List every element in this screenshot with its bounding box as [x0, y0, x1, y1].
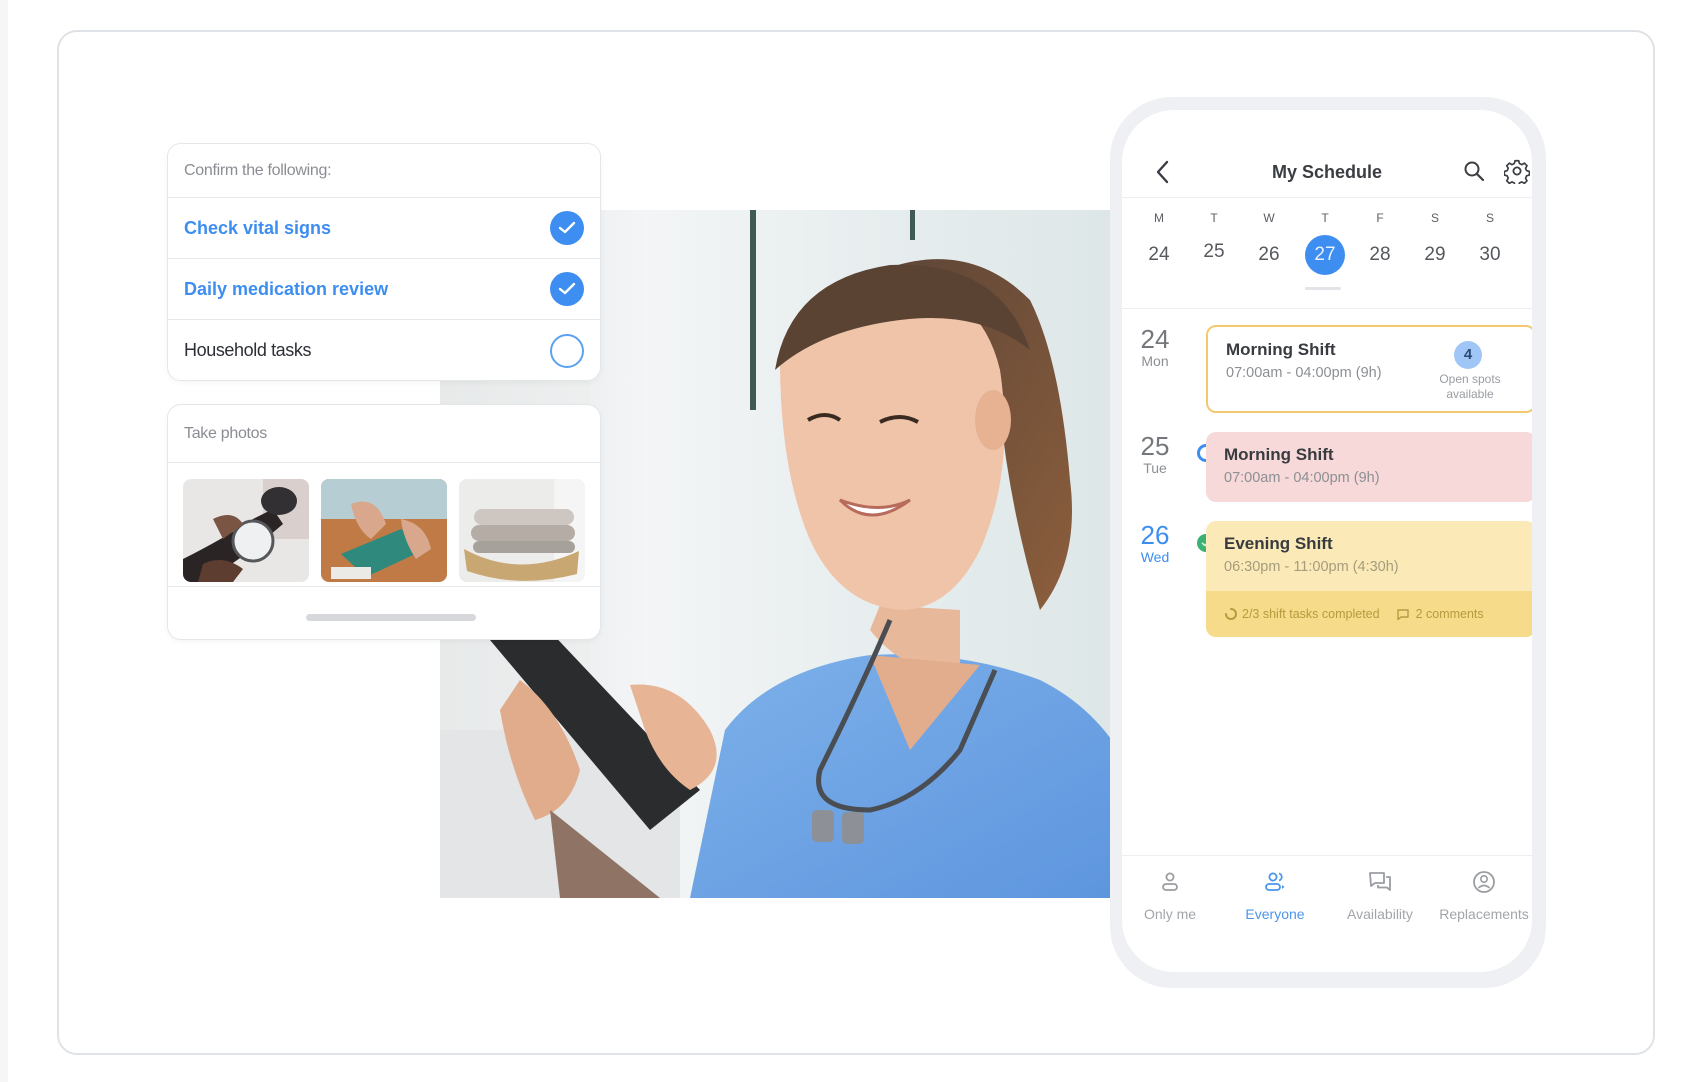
agenda-day-name: Tue — [1143, 460, 1167, 476]
tab-label: Everyone — [1245, 906, 1305, 922]
tab-availability[interactable]: Availability — [1328, 868, 1432, 922]
checklist-item[interactable]: Check vital signs — [168, 198, 600, 259]
day-mon[interactable]: M 24 — [1136, 205, 1182, 275]
day-fri[interactable]: F 28 — [1357, 205, 1403, 275]
checklist-card: Confirm the following: Check vital signs… — [167, 143, 601, 381]
tab-only-me[interactable]: Only me — [1122, 868, 1222, 922]
comments-count[interactable]: 2 comments — [1416, 607, 1484, 621]
checklist-item-label: Daily medication review — [184, 278, 389, 299]
user-circle-icon — [1473, 871, 1495, 893]
day-of-week: F — [1376, 211, 1384, 225]
checklist-item[interactable]: Daily medication review — [168, 259, 600, 320]
photos-header: Take photos — [168, 405, 600, 463]
day-of-week: S — [1430, 211, 1439, 225]
page-edge — [0, 0, 8, 1082]
agenda-date: 24 Mon — [1134, 325, 1176, 369]
photo-thumbnail-blood-pressure[interactable] — [183, 479, 309, 582]
gear-icon[interactable] — [1504, 158, 1530, 184]
schedule-app-screen: My Schedule M 24 T 25 W 26 T 27 F 28 S 29 S 30 … — [1122, 110, 1532, 972]
day-of-week: T — [1321, 211, 1329, 225]
checked-checkbox[interactable] — [550, 272, 584, 306]
shift-time: 07:00am - 04:00pm (9h) — [1224, 470, 1380, 486]
day-number: 28 — [1369, 244, 1391, 265]
agenda-date: 26 Wed — [1134, 521, 1176, 565]
app-header: My Schedule — [1122, 148, 1532, 198]
day-number: 24 — [1148, 244, 1170, 265]
checklist-item-label: Household tasks — [184, 340, 312, 360]
open-shift-card[interactable]: Morning Shift 07:00am - 04:00pm (9h) 4 O… — [1206, 325, 1532, 413]
tab-label: Availability — [1347, 906, 1413, 922]
bottom-tab-bar: Only me Everyone Availability Replacemen… — [1122, 855, 1532, 965]
shift-time: 06:30pm - 11:00pm (4:30h) — [1224, 559, 1399, 575]
day-number: 30 — [1479, 244, 1501, 265]
agenda-day-number: 26 — [1140, 520, 1170, 550]
agenda-day-number: 25 — [1140, 431, 1170, 461]
shift-name: Evening Shift — [1224, 534, 1333, 553]
day-number: 26 — [1258, 244, 1280, 265]
day-number: 25 — [1203, 241, 1225, 262]
tab-replacements[interactable]: Replacements — [1432, 868, 1532, 922]
day-of-week: M — [1154, 211, 1164, 225]
unchecked-checkbox[interactable] — [550, 333, 584, 368]
progress-icon — [1225, 608, 1237, 620]
agenda-day-name: Mon — [1141, 353, 1169, 369]
day-thu-selected[interactable]: T 27 — [1302, 205, 1348, 275]
search-icon[interactable] — [1462, 159, 1486, 183]
shift-card[interactable]: Evening Shift 06:30pm - 11:00pm (4:30h) … — [1206, 521, 1532, 637]
blood-pressure-image — [183, 479, 309, 582]
agenda-day-name: Wed — [1140, 549, 1170, 565]
day-of-week: W — [1263, 211, 1275, 225]
open-spots-caption: Open spots available — [1439, 372, 1501, 401]
shift-time: 07:00am - 04:00pm (9h) — [1226, 365, 1382, 381]
comment-icon — [1396, 608, 1409, 620]
checklist-item[interactable]: Household tasks — [168, 320, 600, 381]
tab-label: Only me — [1143, 906, 1197, 922]
checkmark-icon — [558, 282, 576, 295]
open-spots-badge: 4 — [1454, 341, 1482, 369]
shift-name: Morning Shift — [1224, 445, 1334, 464]
shift-footer: 2/3 shift tasks completed 2 comments — [1206, 591, 1532, 637]
day-tue[interactable]: T 25 — [1191, 205, 1237, 272]
people-icon — [1265, 872, 1285, 891]
agenda-date: 25 Tue — [1134, 432, 1176, 476]
tab-everyone[interactable]: Everyone — [1223, 868, 1327, 922]
checklist-item-label: Check vital signs — [184, 217, 332, 238]
photo-thumbnail-pill-organizer[interactable] — [321, 479, 447, 582]
checkmark-icon — [558, 221, 576, 234]
chat-bubbles-icon — [1369, 872, 1391, 891]
checked-checkbox[interactable] — [550, 211, 584, 245]
photo-thumbnails — [168, 463, 600, 587]
person-icon — [1162, 872, 1178, 891]
agenda-day-number: 24 — [1140, 324, 1170, 354]
tasks-progress-text: 2/3 shift tasks completed — [1242, 607, 1380, 621]
take-photos-card: Take photos — [167, 404, 601, 640]
week-strip: M 24 T 25 W 26 T 27 F 28 S 29 S 30 — [1122, 205, 1532, 309]
day-of-week: T — [1210, 211, 1218, 225]
day-number: 29 — [1424, 244, 1446, 265]
day-wed[interactable]: W 26 — [1246, 205, 1292, 275]
checklist-header: Confirm the following: — [168, 144, 600, 198]
shift-card[interactable]: Morning Shift 07:00am - 04:00pm (9h) — [1206, 432, 1532, 502]
tab-label: Replacements — [1439, 906, 1529, 922]
towels-image — [459, 479, 585, 582]
day-number: 27 — [1305, 235, 1345, 275]
pill-organizer-image — [321, 479, 447, 582]
photo-thumbnail-towels[interactable] — [459, 479, 585, 582]
day-sun[interactable]: S 30 — [1467, 205, 1513, 275]
week-drag-handle[interactable] — [1305, 287, 1341, 290]
shift-name: Morning Shift — [1226, 340, 1336, 359]
day-of-week: S — [1485, 211, 1494, 225]
day-sat[interactable]: S 29 — [1412, 205, 1458, 275]
scrollbar[interactable] — [306, 614, 476, 621]
